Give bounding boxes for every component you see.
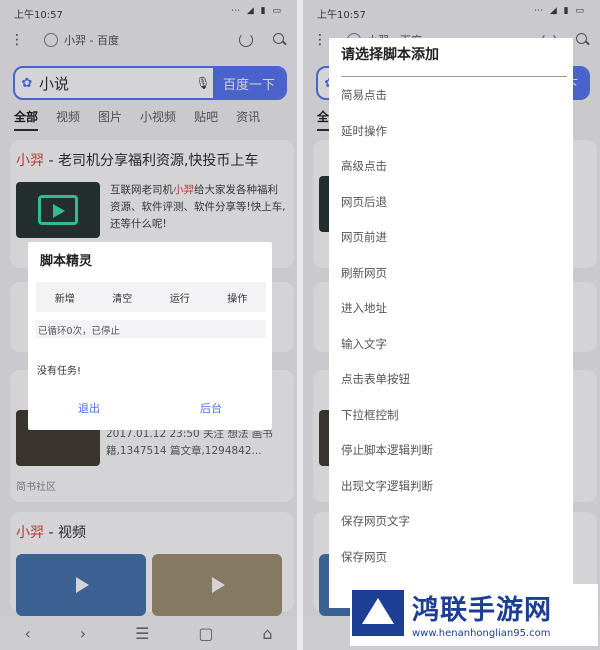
watermark-logo: 鸿联手游网 www.henanhonglian95.com bbox=[350, 584, 598, 646]
menu-item-dropdown-control[interactable]: 下拉框控制 bbox=[341, 406, 433, 442]
phone-left: 上午10:57 ⋯ ◢ ▮ ▭ ⋮ 小羿 - 百度 ✿ 小说 🎙 百度一下 全部… bbox=[0, 0, 297, 650]
dialog-actions: 新增 清空 运行 操作 bbox=[36, 282, 266, 312]
exit-button[interactable]: 退出 bbox=[78, 400, 100, 416]
watermark-mark bbox=[352, 590, 404, 636]
watermark-name: 鸿联手游网 bbox=[412, 595, 552, 626]
dialog-buttons: 退出 后台 bbox=[28, 400, 272, 416]
menu-item-input-text[interactable]: 输入文字 bbox=[341, 335, 433, 371]
menu-item-page-back[interactable]: 网页后退 bbox=[341, 193, 433, 229]
menu-list: 简易点击 延时操作 高级点击 网页后退 网页前进 刷新网页 进入地址 输入文字 … bbox=[341, 86, 433, 583]
menu-item-click-form-button[interactable]: 点击表单按钮 bbox=[341, 370, 433, 406]
menu-item-advanced-click[interactable]: 高级点击 bbox=[341, 157, 433, 193]
menu-item-save-page-text[interactable]: 保存网页文字 bbox=[341, 512, 433, 548]
menu-item-refresh[interactable]: 刷新网页 bbox=[341, 264, 433, 300]
empty-task-message: 没有任务! bbox=[37, 366, 82, 377]
menu-item-enter-url[interactable]: 进入地址 bbox=[341, 299, 433, 335]
phone-right: 上午10:57 ⋯ ◢ ▮ ▭ ⋮ 小羿 - 百度 ✿ 小说 🎙 百度一下 全部 bbox=[303, 0, 600, 650]
menu-item-page-forward[interactable]: 网页前进 bbox=[341, 228, 433, 264]
menu-item-save-page[interactable]: 保存网页 bbox=[341, 548, 433, 584]
loop-status: 已循环0次，已停止 bbox=[36, 320, 266, 338]
watermark-url: www.henanhonglian95.com bbox=[412, 628, 551, 639]
clear-button[interactable]: 清空 bbox=[112, 290, 132, 305]
menu-item-stop-logic[interactable]: 停止脚本逻辑判断 bbox=[341, 441, 433, 477]
dialog-title: 脚本精灵 bbox=[40, 254, 93, 269]
menu-title: 请选择脚本添加 bbox=[341, 47, 439, 63]
operate-button[interactable]: 操作 bbox=[227, 290, 247, 305]
background-button[interactable]: 后台 bbox=[200, 400, 222, 416]
screenshot-stage: 上午10:57 ⋯ ◢ ▮ ▭ ⋮ 小羿 - 百度 ✿ 小说 🎙 百度一下 全部… bbox=[0, 0, 600, 650]
run-button[interactable]: 运行 bbox=[170, 290, 190, 305]
menu-item-simple-click[interactable]: 简易点击 bbox=[341, 86, 433, 122]
add-button[interactable]: 新增 bbox=[55, 290, 75, 305]
script-wizard-dialog: 脚本精灵 新增 清空 运行 操作 已循环0次，已停止 没有任务! 退出 后台 bbox=[28, 242, 272, 430]
menu-divider bbox=[341, 76, 567, 77]
menu-item-text-logic[interactable]: 出现文字逻辑判断 bbox=[341, 477, 433, 513]
menu-item-delay[interactable]: 延时操作 bbox=[341, 122, 433, 158]
script-type-menu: 请选择脚本添加 简易点击 延时操作 高级点击 网页后退 网页前进 刷新网页 进入… bbox=[329, 38, 573, 608]
